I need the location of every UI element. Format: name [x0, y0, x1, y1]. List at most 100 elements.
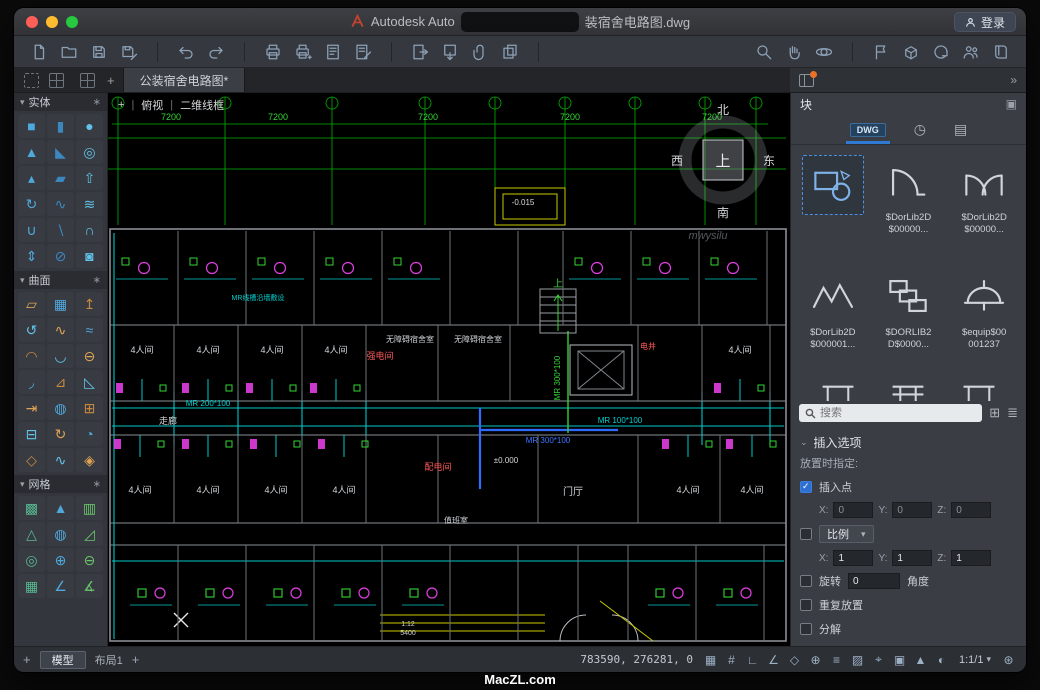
undo-icon[interactable] — [171, 39, 201, 65]
insert-layout-icon[interactable] — [405, 39, 435, 65]
sphere-icon[interactable]: ● — [76, 114, 103, 138]
nurbs-icon[interactable]: ∿ — [47, 448, 74, 472]
crease-icon[interactable]: ∠ — [47, 574, 74, 598]
transparency-icon[interactable]: ▨ — [849, 653, 866, 667]
viewports-layout-icon[interactable] — [49, 73, 64, 88]
shell-icon[interactable]: ◙ — [76, 244, 103, 268]
surface-loft-icon[interactable]: ≈ — [76, 318, 103, 342]
sweep-icon[interactable]: ∿ — [47, 192, 74, 216]
compass-east-label[interactable]: 东 — [763, 154, 775, 168]
login-button[interactable]: 登录 — [954, 12, 1016, 32]
drawing-canvas[interactable]: + | 俯视 | 二维线框 72007200720072007200 — [108, 93, 790, 646]
cylinder-icon[interactable]: ▮ — [47, 114, 74, 138]
annotation-scale-button[interactable]: 1:1/1 ▾ — [959, 654, 991, 666]
mesh-pyramid-icon[interactable]: △ — [18, 522, 45, 546]
zoom-icon[interactable] — [749, 39, 779, 65]
section-header-solid[interactable]: ▾实体∗ — [14, 93, 107, 111]
scale-z-field[interactable] — [951, 550, 991, 566]
view-selector[interactable]: 俯视 — [141, 97, 163, 113]
save-icon[interactable] — [84, 39, 114, 65]
new-file-icon[interactable] — [24, 39, 54, 65]
cone-icon[interactable]: ▲ — [18, 140, 45, 164]
customize-gear-icon[interactable]: ⊛ — [1000, 653, 1017, 667]
insert-block-icon[interactable] — [896, 39, 926, 65]
insert-options-section[interactable]: ⌄ 插入选项 — [791, 431, 1026, 453]
slice-icon[interactable]: ⊘ — [47, 244, 74, 268]
close-window-button[interactable] — [26, 16, 38, 28]
collaborate-icon[interactable] — [956, 39, 986, 65]
lineweight-icon[interactable]: ≡ — [828, 653, 845, 667]
tab-libraries-icon[interactable]: ▤ — [954, 121, 967, 138]
torus-icon[interactable]: ◎ — [76, 140, 103, 164]
grid-display-icon[interactable]: ▦ — [702, 653, 719, 667]
section-settings-icon[interactable]: ∗ — [93, 275, 101, 286]
compass-south-label[interactable]: 南 — [717, 205, 729, 220]
search-input[interactable] — [820, 407, 976, 419]
presspull-icon[interactable]: ⇕ — [18, 244, 45, 268]
new-drawing-tab-button[interactable]: + — [107, 73, 115, 88]
block-item[interactable]: $DORLIB2D$0000... — [873, 264, 945, 379]
patch-surface-icon[interactable]: ◡ — [47, 344, 74, 368]
convert-surface-icon[interactable]: ◇ — [18, 448, 45, 472]
drawing-tab-active[interactable]: 公装宿舍电路图* — [123, 68, 246, 92]
mesh-box-icon[interactable]: ▩ — [18, 496, 45, 520]
fillet-surface-icon[interactable]: ◞ — [18, 370, 45, 394]
pan-icon[interactable] — [779, 39, 809, 65]
orbit-icon[interactable] — [809, 39, 839, 65]
minimize-window-button[interactable] — [46, 16, 58, 28]
mesh-sphere-icon[interactable]: ◍ — [47, 522, 74, 546]
mesh-cylinder-icon[interactable]: ▥ — [76, 496, 103, 520]
tab-recent-clock-icon[interactable]: ◷ — [914, 121, 926, 138]
smooth-less-icon[interactable]: ⊖ — [76, 548, 103, 572]
annotation-icon[interactable]: ▲ — [912, 653, 929, 667]
save-as-icon[interactable] — [114, 39, 144, 65]
viewport-controls-icon[interactable] — [24, 73, 39, 88]
view-compass[interactable]: 上 北 南 西 东 — [671, 103, 775, 220]
panel-dock-icon[interactable]: ▣ — [1006, 97, 1017, 111]
panel-overflow-icon[interactable]: » — [1010, 73, 1017, 87]
visual-style-selector[interactable]: 二维线框 — [180, 97, 224, 113]
rotation-angle-field[interactable] — [848, 573, 900, 589]
insertion-x-field[interactable] — [833, 502, 873, 518]
section-header-mesh[interactable]: ▾网格∗ — [14, 475, 107, 493]
blocks-palette-icon[interactable] — [799, 74, 814, 87]
viewport-menu-button[interactable]: + — [118, 99, 124, 111]
uncrease-icon[interactable]: ∡ — [76, 574, 103, 598]
block-item[interactable]: $DorLib2D$00000... — [873, 149, 945, 264]
layout1-tab[interactable]: 布局1 — [95, 652, 123, 668]
surface-revolve-icon[interactable]: ↺ — [18, 318, 45, 342]
bench-icon[interactable] — [957, 379, 1001, 401]
scale-x-field[interactable] — [833, 550, 873, 566]
polysolid-icon[interactable]: ▰ — [47, 166, 74, 190]
model-tab[interactable]: 模型 — [40, 651, 86, 669]
scale-dropdown[interactable]: 比例 ▾ — [819, 525, 874, 543]
markup-icon[interactable] — [866, 39, 896, 65]
rotation-checkbox[interactable] — [800, 575, 812, 587]
pyramid-icon[interactable]: ▴ — [18, 166, 45, 190]
export-icon[interactable] — [435, 39, 465, 65]
planar-surface-icon[interactable]: ▱ — [18, 292, 45, 316]
offset-surface-icon[interactable]: ⊖ — [76, 344, 103, 368]
assoc-surface-icon[interactable]: ◈ — [76, 448, 103, 472]
cv-hide-icon[interactable]: ⊟ — [18, 422, 45, 446]
ortho-icon[interactable]: ∟ — [744, 653, 761, 667]
sculpt-icon[interactable]: ◍ — [47, 396, 74, 420]
block-item[interactable]: $DorLib2D$000001... — [797, 264, 869, 379]
tab-current-drawing[interactable]: DWG — [850, 123, 886, 137]
compass-north-label[interactable]: 北 — [717, 103, 729, 117]
scale-y-field[interactable] — [892, 550, 932, 566]
surface-extrude-icon[interactable]: ↥ — [76, 292, 103, 316]
plot-preview-icon[interactable] — [348, 39, 378, 65]
union-icon[interactable]: ∪ — [18, 218, 45, 242]
selection-cycling-icon[interactable]: ▣ — [891, 653, 908, 667]
refine-mesh-icon[interactable]: ▦ — [18, 574, 45, 598]
section-settings-icon[interactable]: ∗ — [93, 479, 101, 490]
block-item-current[interactable] — [797, 149, 869, 264]
explode-checkbox[interactable] — [800, 623, 812, 635]
attach-reference-icon[interactable] — [465, 39, 495, 65]
list-view-icon[interactable]: ≣ — [1007, 405, 1018, 421]
analysis-icon[interactable]: ◔ — [76, 422, 103, 446]
plot-icon[interactable] — [288, 39, 318, 65]
open-icon[interactable] — [54, 39, 84, 65]
wedge-icon[interactable]: ◣ — [47, 140, 74, 164]
